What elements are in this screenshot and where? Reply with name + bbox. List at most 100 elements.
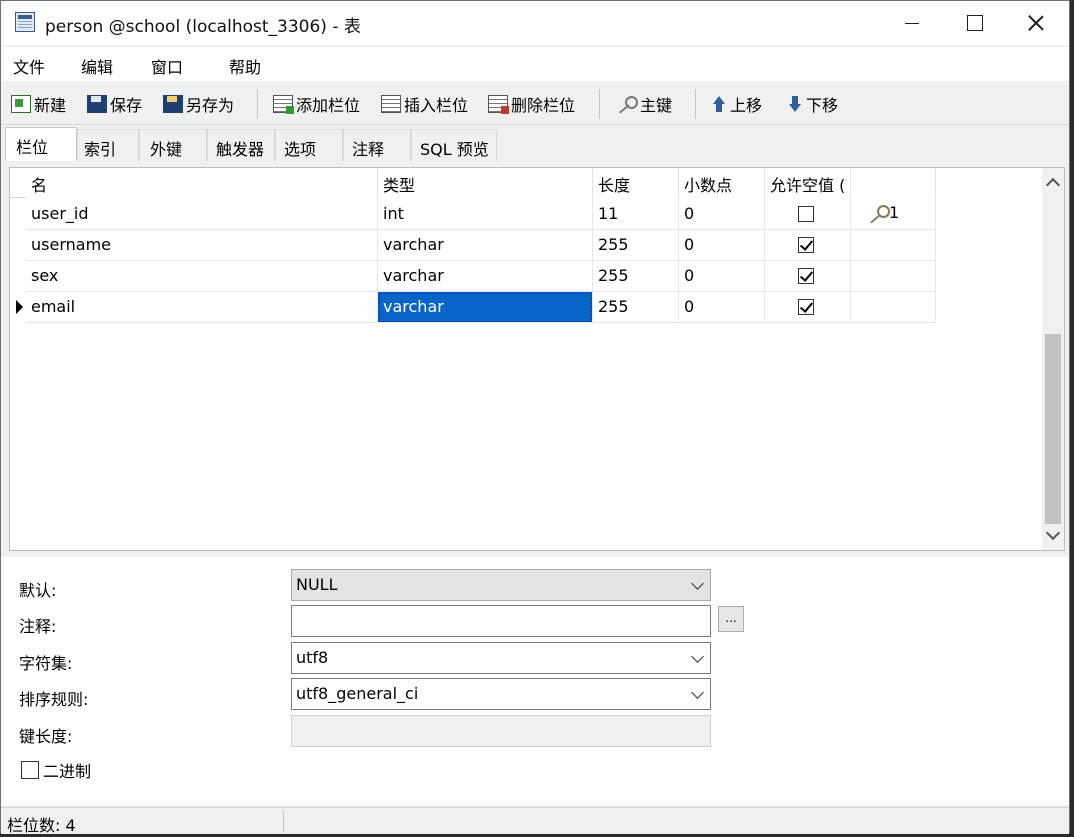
collation-select[interactable]: utf8_general_ci (291, 678, 711, 710)
title-bar: person @school (localhost_3306) - 表 (1, 1, 1069, 45)
current-row-indicator-icon (16, 300, 23, 314)
fields-grid: 名 类型 长度 小数点 允许空值 ( user_id int 11 0 1 us… (9, 167, 1065, 551)
delete-field-label: 删除栏位 (511, 96, 576, 115)
menu-help[interactable]: 帮助 (229, 54, 261, 78)
charset-label: 字符集: (19, 654, 73, 673)
field-name-cell[interactable]: sex (26, 261, 378, 292)
column-header-length[interactable]: 长度 (593, 168, 679, 198)
table-row[interactable]: user_id int 11 0 1 (10, 199, 936, 230)
comment-edit-button[interactable]: ... (718, 606, 744, 632)
field-properties-panel: 默认: NULL 注释: ... 字符集: utf8 排序规则: utf8_ge… (1, 557, 1069, 805)
nullable-checkbox[interactable] (798, 206, 814, 222)
tab-options[interactable]: 选项 (275, 129, 343, 161)
maximize-button[interactable] (943, 1, 1007, 45)
primary-key-button[interactable]: 主键 (615, 92, 672, 116)
chevron-down-icon (691, 650, 704, 663)
move-up-button[interactable]: 上移 (711, 92, 762, 116)
save-button[interactable]: 保存 (87, 92, 142, 116)
add-field-label: 添加栏位 (296, 96, 361, 115)
tab-indexes[interactable]: 索引 (77, 129, 139, 161)
tab-sql-preview[interactable]: SQL 预览 (411, 129, 497, 161)
minimize-button[interactable] (881, 1, 945, 45)
nullable-checkbox[interactable] (798, 299, 814, 315)
vertical-scrollbar[interactable] (1042, 168, 1064, 550)
tab-foreign-keys[interactable]: 外键 (139, 129, 207, 161)
window-title: person @school (localhost_3306) - 表 (45, 17, 361, 37)
field-name-cell[interactable]: username (26, 230, 378, 261)
field-type-cell[interactable]: varchar (378, 292, 593, 323)
chevron-down-icon (691, 577, 704, 590)
insert-field-button[interactable]: 插入栏位 (381, 92, 468, 116)
field-key-cell[interactable] (851, 230, 936, 261)
field-type-cell[interactable]: int (378, 199, 593, 230)
primary-key-label: 主键 (640, 96, 673, 115)
move-up-label: 上移 (730, 96, 763, 115)
status-separator (283, 810, 284, 832)
toolbar-separator (257, 89, 258, 119)
field-length-cell[interactable]: 255 (593, 261, 679, 292)
menu-file[interactable]: 文件 (13, 54, 45, 78)
default-select[interactable]: NULL (291, 569, 711, 601)
tab-triggers[interactable]: 触发器 (207, 129, 275, 161)
menu-edit[interactable]: 编辑 (81, 54, 113, 78)
field-type-cell[interactable]: varchar (378, 230, 593, 261)
tab-comments[interactable]: 注释 (343, 129, 411, 161)
field-name-cell[interactable]: email (26, 292, 378, 323)
field-length-cell[interactable]: 11 (593, 199, 679, 230)
scroll-thumb[interactable] (1045, 334, 1061, 524)
column-header-name[interactable]: 名 (26, 168, 378, 198)
key-length-input (291, 715, 711, 747)
tab-strip: 栏位 索引 外键 触发器 选项 注释 SQL 预览 (1, 127, 1069, 161)
add-field-button[interactable]: 添加栏位 (273, 92, 360, 116)
column-header-key[interactable] (851, 168, 936, 198)
key-length-label: 键长度: (19, 727, 73, 746)
scroll-up-icon[interactable] (1045, 177, 1061, 193)
new-label: 新建 (34, 96, 67, 115)
column-header-nullable[interactable]: 允许空值 ( (765, 168, 851, 198)
comment-input[interactable] (291, 605, 711, 637)
delete-field-icon (488, 95, 509, 114)
arrow-down-icon (787, 95, 803, 113)
close-button[interactable] (1005, 1, 1069, 45)
new-icon (11, 95, 31, 113)
field-nullable-cell[interactable] (765, 261, 851, 292)
table-row[interactable]: email varchar 255 0 (10, 292, 936, 323)
binary-checkbox[interactable] (21, 761, 39, 779)
field-length-cell[interactable]: 255 (593, 292, 679, 323)
scroll-down-icon[interactable] (1045, 525, 1061, 541)
menu-window[interactable]: 窗口 (151, 54, 183, 78)
arrow-up-icon (711, 95, 727, 113)
save-as-button[interactable]: 另存为 (163, 92, 234, 116)
field-type-cell[interactable]: varchar (378, 261, 593, 292)
move-down-button[interactable]: 下移 (787, 92, 838, 116)
field-decimals-cell[interactable]: 0 (679, 230, 765, 261)
add-field-icon (273, 95, 294, 114)
field-key-cell[interactable]: 1 (851, 199, 936, 230)
nullable-checkbox[interactable] (798, 237, 814, 253)
tab-fields[interactable]: 栏位 (5, 127, 77, 161)
nullable-checkbox[interactable] (798, 268, 814, 284)
field-nullable-cell[interactable] (765, 230, 851, 261)
field-key-cell[interactable] (851, 261, 936, 292)
field-nullable-cell[interactable] (765, 199, 851, 230)
field-key-cell[interactable] (851, 292, 936, 323)
status-bar: 栏位数: 4 (1, 807, 1069, 835)
insert-field-icon (381, 95, 401, 113)
field-decimals-cell[interactable]: 0 (679, 261, 765, 292)
field-decimals-cell[interactable]: 0 (679, 292, 765, 323)
table-row[interactable]: sex varchar 255 0 (10, 261, 936, 292)
new-button[interactable]: 新建 (11, 92, 66, 116)
field-length-cell[interactable]: 255 (593, 230, 679, 261)
field-decimals-cell[interactable]: 0 (679, 199, 765, 230)
table-designer-window: person @school (localhost_3306) - 表 文件 编… (0, 0, 1070, 835)
chevron-down-icon (691, 686, 704, 699)
column-header-type[interactable]: 类型 (378, 168, 593, 198)
table-row[interactable]: username varchar 255 0 (10, 230, 936, 261)
column-header-decimals[interactable]: 小数点 (679, 168, 765, 198)
field-name-cell[interactable]: user_id (26, 199, 378, 230)
toolbar-separator (599, 89, 600, 119)
charset-select[interactable]: utf8 (291, 642, 711, 674)
save-icon (87, 95, 107, 113)
field-nullable-cell[interactable] (765, 292, 851, 323)
delete-field-button[interactable]: 删除栏位 (488, 92, 575, 116)
